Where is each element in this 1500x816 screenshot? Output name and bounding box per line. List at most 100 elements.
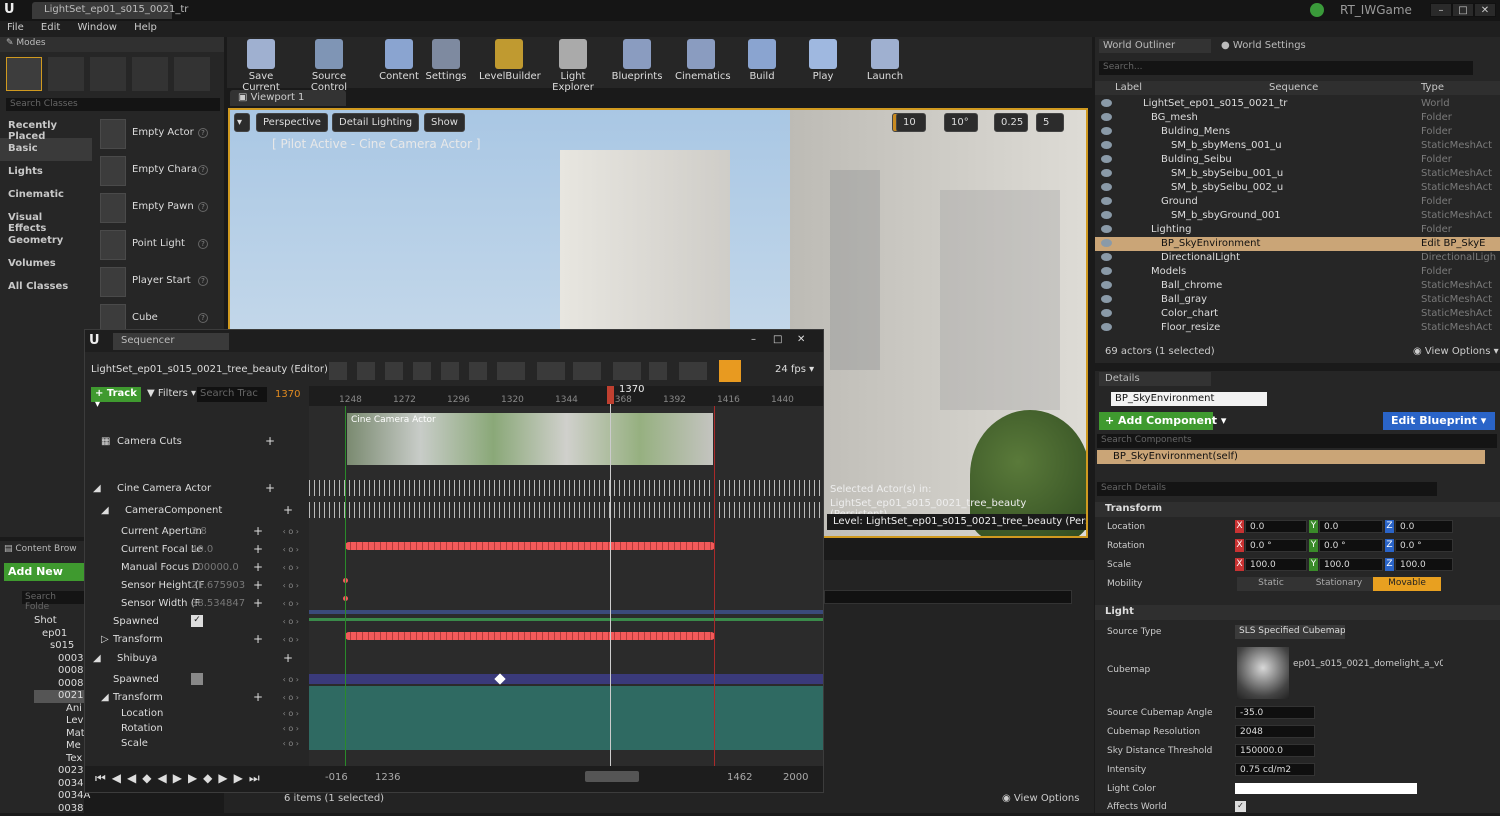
key-add-icon[interactable]	[649, 362, 667, 380]
playhead-line[interactable]	[610, 386, 611, 766]
visibility-eye-icon[interactable]	[1101, 295, 1112, 303]
minimize-icon[interactable]: –	[1430, 3, 1452, 17]
visibility-eye-icon[interactable]	[1101, 155, 1112, 163]
light-explorer-button[interactable]: Light Explorer	[541, 39, 605, 93]
folder-0034[interactable]: 0034	[34, 778, 90, 791]
range-start-field[interactable]: -016	[325, 772, 348, 783]
outliner-row[interactable]: Lighting Folder	[1095, 223, 1500, 237]
visibility-eye-icon[interactable]	[1101, 323, 1112, 331]
expand-icon[interactable]: ◢	[93, 483, 101, 494]
folder-0038[interactable]: 0038	[34, 803, 90, 816]
add-track-button[interactable]: + Track ▾	[91, 387, 141, 410]
key-nav-icon[interactable]: ‹ o ›	[283, 635, 299, 644]
timeline-ruler[interactable]: 1248 1272 1296 1320 1344 1368 1392 1416 …	[309, 384, 823, 406]
outliner-row[interactable]: Ball_gray StaticMeshAct	[1095, 293, 1500, 307]
search-assets-input[interactable]	[824, 590, 1072, 604]
search-details-input[interactable]: Search Details	[1097, 482, 1437, 496]
folder-me[interactable]: Me	[34, 740, 90, 753]
view-options-button[interactable]: ◉ View Options	[1002, 793, 1079, 804]
menu-file[interactable]: File	[0, 21, 31, 34]
folder-0008[interactable]: 0008	[34, 665, 90, 678]
folder-ep01[interactable]: ep01	[34, 628, 90, 641]
track-value[interactable]: 2.8	[191, 526, 207, 537]
content-button[interactable]: Content	[377, 39, 421, 82]
level-tab[interactable]: LightSet_ep01_s015_0021_tr	[32, 2, 188, 19]
folder-0023[interactable]: 0023	[34, 765, 90, 778]
playback-icon[interactable]	[537, 362, 565, 380]
spawned-checkbox[interactable]: ✓	[191, 615, 203, 627]
track-aperture[interactable]: Current Apertun 2.8 + ‹ o ›	[85, 523, 307, 541]
camera-icon[interactable]	[413, 362, 431, 380]
world-settings-tab[interactable]: ● World Settings	[1217, 39, 1327, 53]
folder-tex[interactable]: Tex	[34, 753, 90, 766]
component-self-row[interactable]: BP_SkyEnvironment(self)	[1097, 450, 1485, 464]
outliner-row[interactable]: Bulding_Mens Folder	[1095, 125, 1500, 139]
visibility-eye-icon[interactable]	[1101, 309, 1112, 317]
show-button[interactable]: Show	[424, 113, 465, 132]
save-current-button[interactable]: Save Current	[231, 39, 291, 93]
scale-z[interactable]: 100.0	[1395, 558, 1453, 571]
track-camera-cuts[interactable]: ▦ Camera Cuts +	[85, 433, 307, 451]
add-icon[interactable]: +	[283, 503, 293, 517]
scale-y[interactable]: 100.0	[1319, 558, 1383, 571]
cubemap-thumbnail[interactable]	[1237, 647, 1289, 699]
add-icon[interactable]: +	[253, 524, 263, 538]
add-icon[interactable]: +	[253, 596, 263, 610]
angle-snap-button[interactable]: 10°	[944, 113, 978, 132]
transform-keys[interactable]	[345, 632, 715, 640]
outliner-row[interactable]: Color_chart StaticMeshAct	[1095, 307, 1500, 321]
focal-length-keys[interactable]	[345, 542, 715, 550]
category-all-classes[interactable]: All Classes	[0, 276, 92, 299]
details-tab[interactable]: Details	[1099, 372, 1211, 386]
rotation-x[interactable]: 0.0 °	[1245, 539, 1307, 552]
cinematics-button[interactable]: Cinematics	[675, 39, 731, 82]
cine-camera-keys[interactable]	[309, 480, 823, 496]
outliner-row[interactable]: Bulding_Seibu Folder	[1095, 153, 1500, 167]
close-icon[interactable]: ✕	[1474, 3, 1496, 17]
visibility-eye-icon[interactable]	[1101, 225, 1112, 233]
track-sensor-width[interactable]: Sensor Width (F 38.534847 + ‹ o ›	[85, 595, 307, 613]
range-start-marker[interactable]	[345, 406, 346, 766]
key-nav-icon[interactable]: ‹ o ›	[283, 739, 299, 748]
outliner-row[interactable]: Ball_chrome StaticMeshAct	[1095, 279, 1500, 293]
outliner-row-selected[interactable]: BP_SkyEnvironment Edit BP_SkyE	[1095, 237, 1500, 251]
track-spawned[interactable]: Spawned ✓ ‹ o ›	[85, 613, 307, 631]
pencil-icon[interactable]	[679, 362, 707, 380]
expand-icon[interactable]: ◢	[101, 692, 109, 703]
render-icon[interactable]	[441, 362, 459, 380]
outliner-view-options[interactable]: ◉ View Options ▾	[1413, 346, 1499, 357]
help-icon[interactable]: ?	[198, 239, 208, 249]
location-z[interactable]: 0.0	[1395, 520, 1453, 533]
mobility-stationary[interactable]: Stationary	[1305, 577, 1373, 591]
resolution-value[interactable]: 2048	[1235, 725, 1315, 738]
mobility-movable[interactable]: Movable	[1373, 577, 1441, 591]
expand-icon[interactable]: ▷	[101, 634, 109, 645]
filters-dropdown[interactable]: ▼ Filters ▾	[147, 388, 196, 399]
key-nav-icon[interactable]: ‹ o ›	[283, 709, 299, 718]
class-point-light[interactable]: Point Light?	[98, 228, 214, 262]
key-nav-icon[interactable]: ‹ o ›	[283, 617, 299, 626]
camera-component-keys[interactable]	[309, 502, 823, 518]
location-label[interactable]: Location	[1107, 522, 1145, 532]
track-scale[interactable]: Scale ‹ o ›	[85, 735, 307, 753]
outliner-row[interactable]: SM_b_sbyMens_001_u StaticMeshAct	[1095, 139, 1500, 153]
track-transform[interactable]: ▷ Transform + ‹ o ›	[85, 631, 307, 649]
geometry-mode-icon[interactable]	[174, 57, 210, 91]
search-tracks-input[interactable]: Search Trac	[197, 387, 267, 402]
help-icon[interactable]: ?	[198, 276, 208, 286]
foliage-mode-icon[interactable]	[132, 57, 168, 91]
folder-0008b[interactable]: 0008	[34, 678, 90, 691]
outliner-row[interactable]: Floor_resize StaticMeshAct	[1095, 321, 1500, 335]
category-recently-placed[interactable]: Recently Placed	[0, 115, 92, 142]
help-icon[interactable]: ?	[198, 128, 208, 138]
track-value[interactable]: 100000.0	[191, 562, 239, 573]
key-icon[interactable]	[613, 362, 641, 380]
category-volumes[interactable]: Volumes	[0, 253, 92, 276]
grid-snap-button[interactable]: 10	[896, 113, 926, 132]
search-icon[interactable]	[385, 362, 403, 380]
row-type[interactable]: Edit BP_SkyE	[1421, 238, 1497, 249]
save-icon[interactable]	[329, 362, 347, 380]
current-frame-field[interactable]: 1370	[275, 389, 300, 400]
place-mode-icon[interactable]	[6, 57, 42, 91]
search-classes-input[interactable]: Search Classes	[6, 98, 220, 111]
